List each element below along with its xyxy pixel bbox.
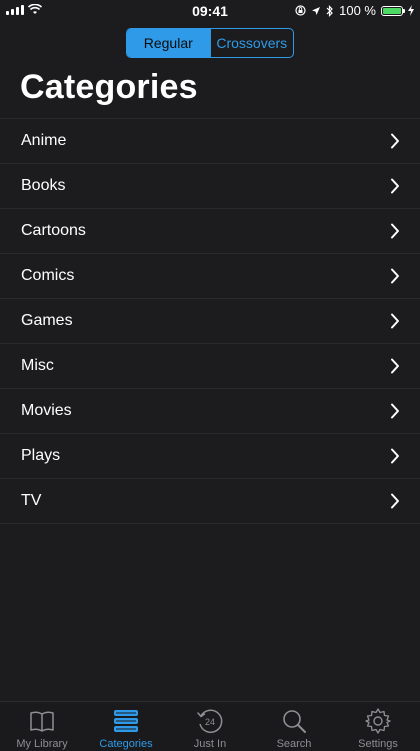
list-item-label: Anime	[21, 132, 67, 149]
bluetooth-icon	[326, 4, 333, 17]
tab-label: Just In	[193, 738, 227, 750]
list-item-label: Cartoons	[21, 222, 86, 239]
tab-label: My Library	[16, 738, 68, 750]
tab-label: Settings	[358, 738, 398, 750]
list-item-label: Movies	[21, 402, 72, 419]
book-icon	[30, 711, 54, 732]
chevron-right-icon	[391, 448, 399, 464]
status-right-group: 100 %	[295, 3, 414, 18]
list-item-label: Plays	[21, 447, 61, 464]
tab-search[interactable]: Search	[252, 702, 336, 751]
chevron-right-icon	[391, 178, 399, 194]
stack-icon	[114, 710, 138, 732]
tab-bar: My Library Categories 24 Just In Search	[0, 701, 420, 751]
category-type-segmented-control: Regular Crossovers	[126, 28, 294, 58]
tab-label: Search	[276, 738, 312, 750]
list-item-label: Misc	[21, 357, 54, 374]
list-item-tv[interactable]: TV	[0, 479, 420, 524]
list-item-comics[interactable]: Comics	[0, 254, 420, 299]
list-item-games[interactable]: Games	[0, 299, 420, 344]
battery-icon	[381, 5, 405, 16]
chevron-right-icon	[391, 223, 399, 239]
category-list: Anime Books Cartoons Comics Games Misc M…	[0, 118, 420, 524]
gear-icon	[365, 708, 391, 734]
segment-regular[interactable]: Regular	[127, 29, 210, 57]
charging-bolt-icon	[408, 5, 414, 16]
clock-24-icon: 24	[197, 709, 223, 733]
page-title: Categories	[20, 68, 198, 106]
svg-text:24: 24	[205, 717, 215, 727]
list-item-misc[interactable]: Misc	[0, 344, 420, 389]
list-item-label: Games	[21, 312, 73, 329]
chevron-right-icon	[391, 358, 399, 374]
screen-lock-icon	[295, 5, 306, 16]
tab-my-library[interactable]: My Library	[0, 702, 84, 751]
chevron-right-icon	[391, 403, 399, 419]
tab-settings[interactable]: Settings	[336, 702, 420, 751]
tab-categories[interactable]: Categories	[84, 702, 168, 751]
list-item-anime[interactable]: Anime	[0, 119, 420, 164]
chevron-right-icon	[391, 493, 399, 509]
list-item-plays[interactable]: Plays	[0, 434, 420, 479]
status-bar: 09:41 100 %	[0, 0, 420, 22]
list-item-label: Comics	[21, 267, 75, 284]
chevron-right-icon	[391, 268, 399, 284]
segment-crossovers[interactable]: Crossovers	[209, 29, 294, 57]
list-item-movies[interactable]: Movies	[0, 389, 420, 434]
tab-just-in[interactable]: 24 Just In	[168, 702, 252, 751]
list-item-cartoons[interactable]: Cartoons	[0, 209, 420, 254]
chevron-right-icon	[391, 313, 399, 329]
list-item-label: TV	[21, 492, 42, 509]
tab-label: Categories	[99, 738, 153, 750]
list-item-books[interactable]: Books	[0, 164, 420, 209]
location-arrow-icon	[312, 6, 321, 15]
search-icon	[283, 710, 306, 733]
battery-percent: 100 %	[339, 3, 376, 18]
list-item-label: Books	[21, 177, 66, 194]
chevron-right-icon	[391, 133, 399, 149]
